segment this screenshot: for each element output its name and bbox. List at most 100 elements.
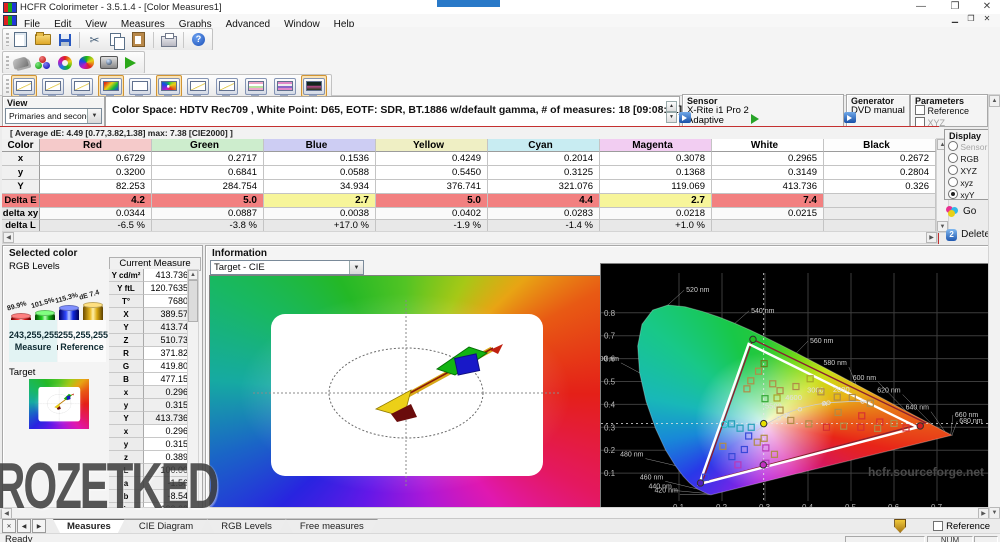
delete-button[interactable]: 2Delete [944,223,990,246]
rgb-balls-icon[interactable] [33,54,52,72]
window-title: HCFR Colorimeter - 3.5.1.4 - [Color Meas… [20,2,222,13]
mdi-close-button[interactable]: ✕ [980,14,994,23]
paste-icon[interactable] [129,31,148,49]
reference-value-box: 255,255,255 Reference [58,320,106,362]
measure-row-label: T° [109,295,144,308]
run-measure-icon[interactable] [121,54,140,72]
table-cell: 0.2965 [712,152,824,166]
information-view-selector[interactable]: Target - CIE ▼ [210,260,364,275]
toolbar-grip[interactable] [6,33,9,46]
measure-row-T: T°7680 [109,295,192,308]
table-cell: 0.4249 [376,152,488,166]
go-button[interactable]: Go [944,200,990,223]
graph-view-button-7[interactable] [185,75,211,97]
chevron-down-icon[interactable]: ▼ [349,261,363,274]
graph-view-button-11[interactable] [301,75,327,97]
display-option-xyz[interactable]: xyz [948,177,987,189]
scroll-left-icon[interactable]: ◀ [3,232,14,243]
help-icon[interactable]: ? [189,31,208,49]
measure-row-x: x0.296 [109,425,192,438]
graph-view-button-6[interactable] [156,75,182,97]
generator-panel: Generator DVD manual [846,94,910,127]
measure-row-B: B477.15 [109,373,192,386]
close-button[interactable]: ✕ [976,1,998,12]
copy-icon[interactable] [107,31,126,49]
column-header-black[interactable]: Black [824,139,936,152]
column-header-blue[interactable]: Blue [264,139,376,152]
main-vscrollbar[interactable]: ▲ ▼ [988,94,1000,520]
print-icon[interactable] [159,31,178,49]
open-icon[interactable] [33,31,52,49]
color-wheel-icon[interactable] [55,54,74,72]
file-toolbar: ✂ ? [0,27,1000,51]
status-cell [845,536,925,542]
table-cell: 0.1536 [264,152,376,166]
graph-view-button-5[interactable] [127,75,153,97]
column-header-yellow[interactable]: Yellow [376,139,488,152]
measure-row-label: Y ftL [109,282,144,295]
table-hscrollbar[interactable]: ◀ ▶ [2,231,938,244]
chevron-down-icon[interactable]: ▼ [87,109,101,123]
graph-view-button-1[interactable] [11,75,37,97]
tab-cie-diagram[interactable]: CIE Diagram [125,519,207,533]
graph-view-button-9[interactable] [243,75,269,97]
tab-next-icon[interactable]: ▶ [32,519,46,533]
measure-row-label: L [109,464,144,477]
tab-rgb-levels[interactable]: RGB Levels [207,519,286,533]
sensor-config-icon[interactable] [679,112,691,123]
column-header-cyan[interactable]: Cyan [488,139,600,152]
mdi-minimize-button[interactable]: ▁ [948,14,962,23]
measure-row-value: -1.56 [144,477,192,490]
tab-close-icon[interactable]: ✕ [2,519,16,533]
measure-row-value: 120.7635 [144,282,192,295]
new-icon[interactable] [11,31,30,49]
colors-icon[interactable] [77,54,96,72]
scroll-up-icon[interactable]: ▲ [188,270,198,280]
graph-view-button-8[interactable] [214,75,240,97]
measure-row-label: B [109,373,144,386]
table-cell: 0.326 [824,180,936,194]
column-header-white[interactable]: White [712,139,824,152]
generator-config-icon[interactable] [844,112,856,123]
information-caption: Information [212,248,267,259]
column-header-green[interactable]: Green [152,139,264,152]
cut-icon[interactable]: ✂ [85,31,104,49]
display-option-XYZ[interactable]: XYZ [948,165,987,177]
sensor-run-icon[interactable] [751,114,759,124]
tab-measures[interactable]: Measures [53,519,125,533]
tab-strip: ✕◀▶ MeasuresCIE DiagramRGB LevelsFree me… [0,518,1000,533]
restore-button[interactable]: ❐ [944,1,966,12]
info-spinner[interactable]: ▲▼ [666,101,677,121]
graph-view-button-2[interactable] [40,75,66,97]
scroll-thumb[interactable] [188,280,198,322]
view-selector[interactable]: Primaries and secondaries ▼ [5,108,102,124]
toolbar-grip[interactable] [6,79,9,93]
tab-free-measures[interactable]: Free measures [286,519,378,533]
graph-view-button-3[interactable] [69,75,95,97]
column-header-red[interactable]: Red [40,139,152,152]
measure-vscrollbar[interactable]: ▲ ▼ [187,269,199,518]
mdi-restore-button[interactable]: ❐ [964,14,978,23]
reference-checkbox[interactable]: Reference [933,521,990,532]
row-label: x [2,152,40,166]
table-cell: 284.754 [152,180,264,194]
minimize-button[interactable]: — [910,1,932,12]
display-option-RGB[interactable]: RGB [948,153,987,165]
graph-view-button-10[interactable] [272,75,298,97]
column-header-magenta[interactable]: Magenta [600,139,712,152]
svg-text:500 nm: 500 nm [601,356,619,363]
graph-view-button-4[interactable] [98,75,124,97]
measure-row-label: x [109,425,144,438]
parameter-checkbox-reference[interactable]: Reference [915,105,987,116]
measure-row-b: b-8.54 [109,490,192,503]
sensor-config-icon[interactable] [11,54,30,72]
save-icon[interactable] [55,31,74,49]
camera-icon[interactable] [99,54,118,72]
table-cell: 0.0283 [488,208,600,220]
row-label: y [2,166,40,180]
scroll-up-icon[interactable]: ▲ [989,95,1000,107]
toolbar-grip[interactable] [6,56,9,69]
tab-prev-icon[interactable]: ◀ [17,519,31,533]
scroll-right-icon[interactable]: ▶ [926,232,937,243]
measure-row-R: R371.82 [109,347,192,360]
